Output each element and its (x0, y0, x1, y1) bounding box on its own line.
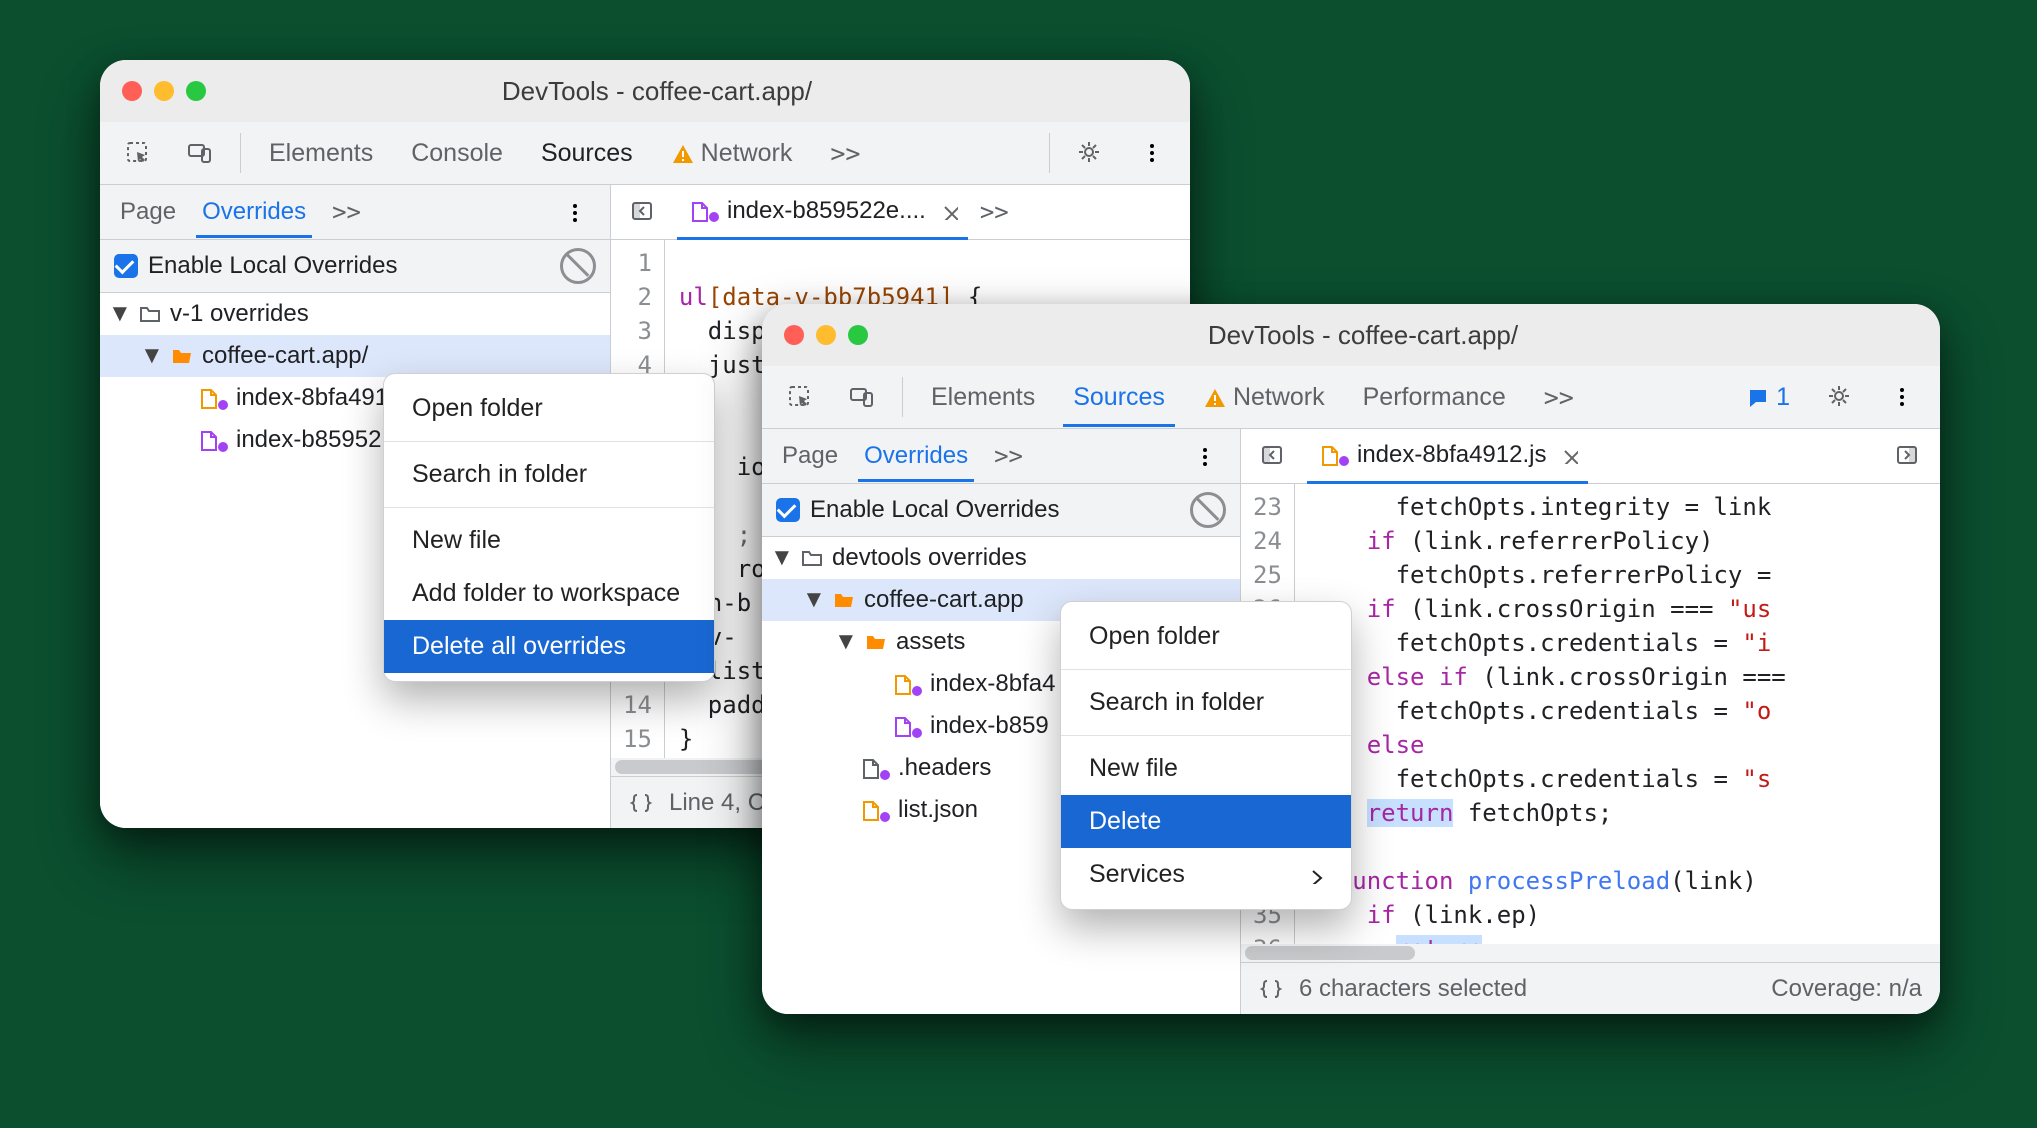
ctx-new-file[interactable]: New file (1061, 742, 1351, 795)
context-menu-1: Open folder Search in folder New file Ad… (383, 373, 715, 682)
panel-toggle-left-icon[interactable] (1251, 434, 1295, 478)
ctx-open-folder[interactable]: Open folder (384, 382, 714, 435)
kebab-icon[interactable] (1130, 131, 1174, 175)
tree-root[interactable]: ▼ devtools overrides (762, 537, 1240, 579)
ctx-open-folder[interactable]: Open folder (1061, 610, 1351, 663)
subtab-page[interactable]: Page (114, 186, 182, 238)
css-file-icon (890, 715, 912, 737)
enable-overrides-label: Enable Local Overrides (148, 252, 397, 280)
clear-icon[interactable] (1190, 492, 1226, 528)
ctx-add-workspace[interactable]: Add folder to workspace (384, 567, 714, 620)
subtabs-kebab-icon[interactable] (552, 190, 596, 234)
main-toolbar: Elements Console Sources Network >> (100, 122, 1190, 185)
window-title: DevTools - coffee-cart.app/ (882, 320, 1844, 351)
window-controls (122, 81, 206, 101)
subtab-overrides[interactable]: Overrides (858, 430, 974, 482)
subtab-overrides[interactable]: Overrides (196, 186, 312, 238)
ctx-delete-overrides[interactable]: Delete all overrides (384, 620, 714, 673)
titlebar: DevTools - coffee-cart.app/ (762, 304, 1940, 366)
more-files-icon[interactable]: >> (980, 198, 1009, 226)
braces-icon[interactable] (1259, 977, 1283, 1001)
js-file-icon (890, 673, 912, 695)
enable-overrides-checkbox[interactable] (114, 254, 138, 278)
file-icon (858, 757, 880, 779)
folder-outline-icon (138, 302, 162, 326)
panel-toggle-icon[interactable] (621, 190, 665, 234)
zoom-dot[interactable] (186, 81, 206, 101)
js-file-icon (1317, 444, 1339, 466)
braces-icon[interactable] (629, 791, 653, 815)
chevron-right-icon (1305, 866, 1323, 884)
tab-sources[interactable]: Sources (531, 123, 643, 183)
tree-site[interactable]: ▼ coffee-cart.app/ (100, 335, 610, 377)
ctx-delete[interactable]: Delete (1061, 795, 1351, 848)
folder-outline-icon (800, 546, 824, 570)
zoom-dot[interactable] (848, 325, 868, 345)
ctx-search-folder[interactable]: Search in folder (384, 448, 714, 501)
more-tabs-icon[interactable]: >> (1534, 367, 1584, 427)
window-controls (784, 325, 868, 345)
device-icon[interactable] (840, 375, 884, 419)
issues-icon (1746, 386, 1768, 408)
device-icon[interactable] (178, 131, 222, 175)
minimize-dot[interactable] (816, 325, 836, 345)
titlebar: DevTools - coffee-cart.app/ (100, 60, 1190, 122)
tree-root[interactable]: ▼ v-1 overrides (100, 293, 610, 335)
close-dot[interactable] (784, 325, 804, 345)
tab-sources[interactable]: Sources (1063, 367, 1175, 427)
tab-network[interactable]: Network (1193, 367, 1335, 427)
active-file-tab[interactable]: index-b859522e.... (677, 185, 968, 240)
inspect-icon[interactable] (116, 131, 160, 175)
enable-overrides-label: Enable Local Overrides (810, 496, 1059, 524)
more-tabs-icon[interactable]: >> (820, 123, 870, 183)
ctx-new-file[interactable]: New file (384, 514, 714, 567)
panel-toggle-right-icon[interactable] (1886, 434, 1930, 478)
subtabs-kebab-icon[interactable] (1182, 434, 1226, 478)
settings-icon[interactable] (1068, 131, 1112, 175)
folder-icon (170, 344, 194, 368)
tab-performance[interactable]: Performance (1353, 367, 1516, 427)
tab-network[interactable]: Network (661, 123, 803, 183)
coverage-status: Coverage: n/a (1771, 975, 1922, 1003)
close-dot[interactable] (122, 81, 142, 101)
close-tab-icon[interactable] (940, 202, 958, 220)
active-file-tab[interactable]: index-8bfa4912.js (1307, 429, 1588, 484)
more-subtabs-icon[interactable]: >> (326, 186, 367, 238)
main-toolbar: Elements Sources Network Performance >> … (762, 366, 1940, 429)
minimize-dot[interactable] (154, 81, 174, 101)
css-file-icon (687, 200, 709, 222)
folder-icon (864, 630, 888, 654)
ctx-services[interactable]: Services (1061, 848, 1351, 901)
issues-button[interactable]: 1 (1736, 367, 1800, 427)
folder-icon (832, 588, 856, 612)
subtab-page[interactable]: Page (776, 430, 844, 482)
tab-elements[interactable]: Elements (259, 123, 383, 183)
tab-console[interactable]: Console (401, 123, 513, 183)
context-menu-2: Open folder Search in folder New file De… (1060, 601, 1352, 910)
selection-status: 6 characters selected (1299, 975, 1527, 1003)
settings-icon[interactable] (1818, 375, 1862, 419)
warning-icon (1203, 386, 1225, 408)
tab-elements[interactable]: Elements (921, 367, 1045, 427)
json-file-icon (858, 799, 880, 821)
window-title: DevTools - coffee-cart.app/ (220, 76, 1094, 107)
ctx-search-folder[interactable]: Search in folder (1061, 676, 1351, 729)
js-file-icon (196, 387, 218, 409)
css-file-icon (196, 429, 218, 451)
enable-overrides-checkbox[interactable] (776, 498, 800, 522)
close-tab-icon[interactable] (1560, 446, 1578, 464)
clear-icon[interactable] (560, 248, 596, 284)
more-subtabs-icon[interactable]: >> (988, 430, 1029, 482)
kebab-icon[interactable] (1880, 375, 1924, 419)
code-area[interactable]: fetchOpts.integrity = link if (link.refe… (1295, 484, 1786, 944)
inspect-icon[interactable] (778, 375, 822, 419)
warning-icon (671, 142, 693, 164)
